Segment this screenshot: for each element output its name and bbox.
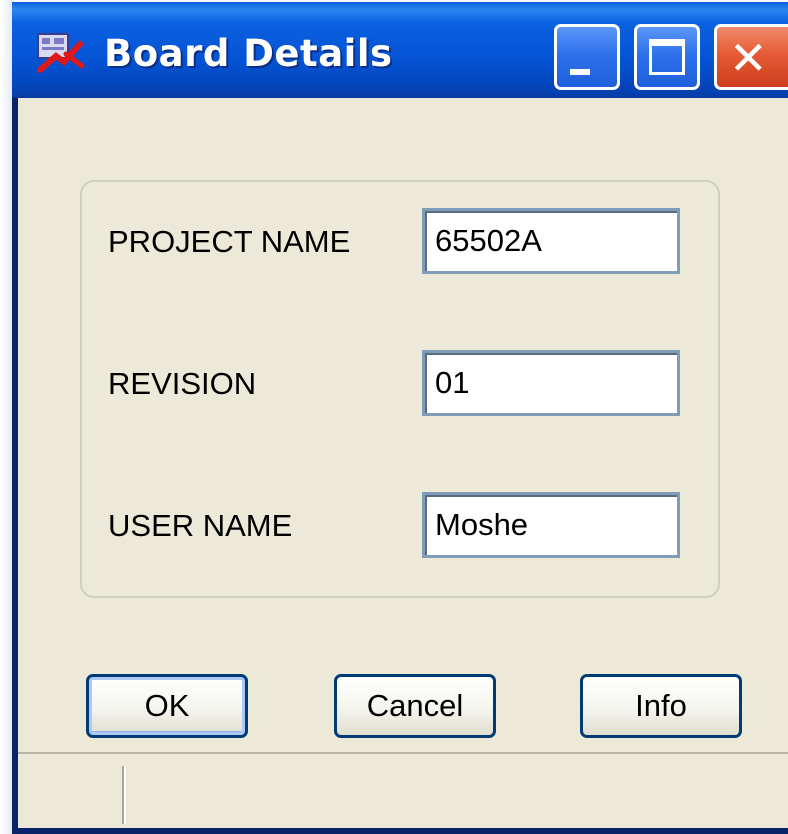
board-details-dialog: Board Details ✕ PROJECT NAME REVISION US… — [12, 2, 788, 834]
user-name-label: USER NAME — [108, 508, 293, 543]
info-button[interactable]: Info — [580, 674, 742, 738]
title-bar[interactable]: Board Details ✕ — [12, 2, 788, 98]
user-name-field[interactable] — [422, 492, 680, 558]
project-name-label: PROJECT NAME — [108, 224, 351, 259]
revision-field[interactable] — [422, 350, 680, 416]
dialog-client-area: PROJECT NAME REVISION USER NAME OK Cance… — [18, 98, 788, 828]
cancel-button[interactable]: Cancel — [334, 674, 496, 738]
maximize-button[interactable] — [634, 24, 700, 90]
window-title: Board Details — [104, 32, 393, 75]
ok-button[interactable]: OK — [86, 674, 248, 738]
close-icon: ✕ — [729, 31, 768, 85]
revision-label: REVISION — [108, 366, 257, 401]
project-name-field[interactable] — [422, 208, 680, 274]
maximize-icon — [649, 39, 685, 75]
close-button[interactable]: ✕ — [714, 24, 788, 90]
minimize-icon — [570, 69, 590, 75]
status-bar — [18, 752, 788, 828]
status-pane — [124, 766, 788, 824]
board-app-icon — [36, 32, 86, 74]
status-pane — [18, 766, 124, 824]
minimize-button[interactable] — [554, 24, 620, 90]
